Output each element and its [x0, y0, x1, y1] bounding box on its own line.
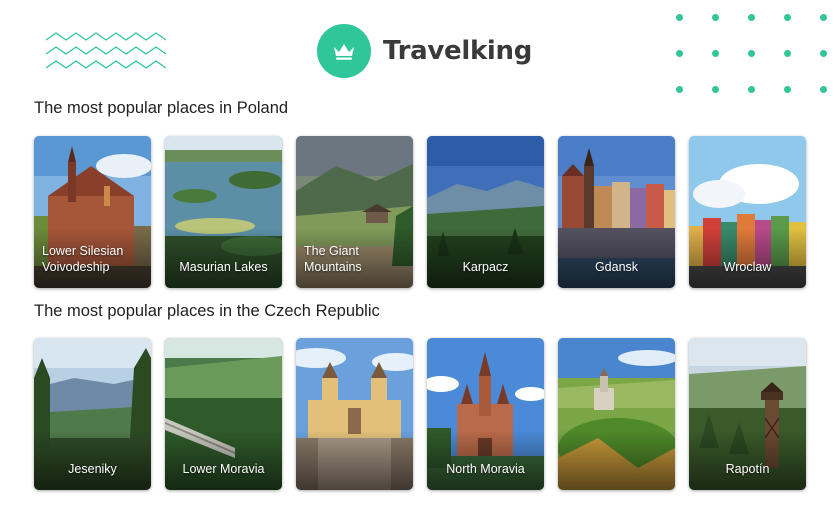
card-shade: [427, 430, 544, 490]
destination-card[interactable]: North Moravia: [427, 338, 544, 490]
card-shade: [296, 430, 413, 490]
destination-card[interactable]: Jeseniky: [34, 338, 151, 490]
zigzag-wave-decoration: [46, 32, 166, 69]
logo-badge: [317, 24, 371, 78]
card-label: Karpacz: [462, 260, 509, 274]
destination-card[interactable]: [558, 338, 675, 490]
card-row-czech-republic: Jeseniky Lower Moravia North Moravia Rap…: [34, 338, 806, 490]
card-label: Lower Moravia: [182, 462, 265, 476]
destination-card[interactable]: [296, 338, 413, 490]
card-label: Lower Silesian Voivodeship: [42, 244, 124, 274]
destination-card[interactable]: Karpacz: [427, 136, 544, 288]
brand-name: Travelking: [383, 36, 533, 66]
destination-card[interactable]: Rapotín: [689, 338, 806, 490]
card-shade: [558, 430, 675, 490]
card-shade: [558, 228, 675, 288]
section-title-poland: The most popular places in Poland: [34, 99, 289, 117]
card-shade: [689, 228, 806, 288]
brand-logo[interactable]: Travelking: [317, 24, 532, 78]
card-shade: [165, 228, 282, 288]
card-shade: [689, 430, 806, 490]
destination-card[interactable]: Lower Moravia: [165, 338, 282, 490]
crown-icon: [334, 44, 354, 60]
dot-grid-decoration: [672, 10, 832, 96]
card-shade: [427, 228, 544, 288]
card-label: Gdansk: [594, 260, 639, 274]
section-title-czech-republic: The most popular places in the Czech Rep…: [34, 302, 380, 320]
destination-card[interactable]: Wroclaw: [689, 136, 806, 288]
card-row-poland: Lower Silesian Voivodeship Masurian Lake…: [34, 136, 806, 288]
destination-card[interactable]: Gdansk: [558, 136, 675, 288]
destination-card[interactable]: The Giant Mountains: [296, 136, 413, 288]
card-label: North Moravia: [446, 462, 525, 476]
card-shade: [34, 430, 151, 490]
card-label: The Giant Mountains: [304, 244, 362, 274]
card-label: Jeseniky: [68, 462, 117, 476]
destination-card[interactable]: Masurian Lakes: [165, 136, 282, 288]
card-shade: [165, 430, 282, 490]
card-label: Wroclaw: [723, 260, 772, 274]
card-label: Masurian Lakes: [179, 260, 268, 274]
card-label: Rapotín: [725, 462, 770, 476]
destination-card[interactable]: Lower Silesian Voivodeship: [34, 136, 151, 288]
